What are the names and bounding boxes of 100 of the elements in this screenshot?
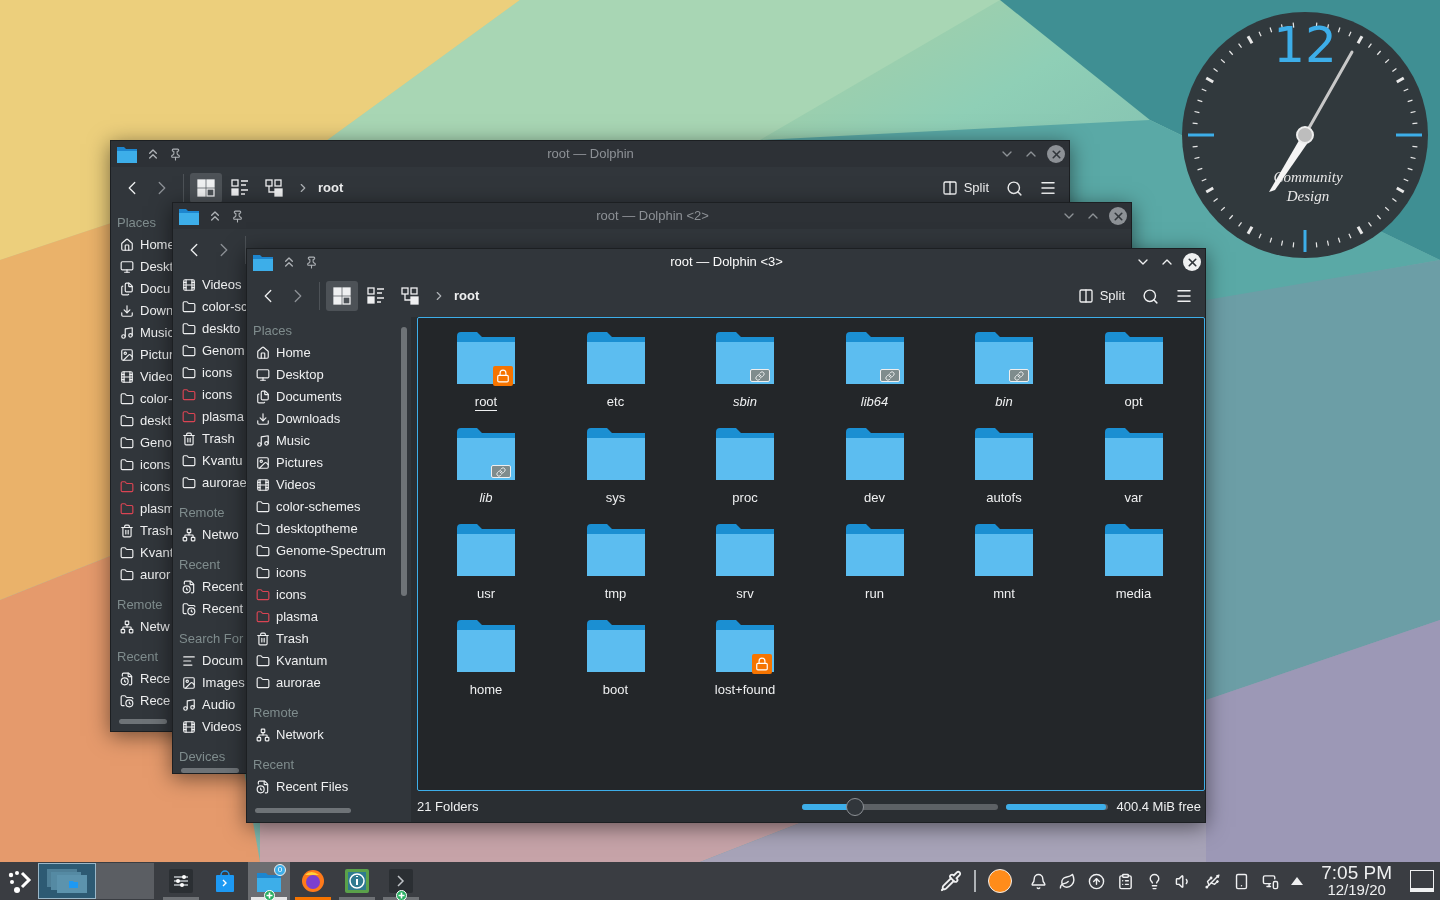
place-item[interactable]: deskt — [120, 410, 172, 432]
place-item[interactable]: Pictures — [256, 452, 323, 474]
place-item[interactable]: icons — [120, 476, 171, 498]
folder-item[interactable]: etc — [550, 318, 681, 414]
folder-item[interactable]: sys — [550, 414, 681, 510]
pin-icon[interactable] — [305, 255, 318, 269]
place-item[interactable]: color-sc — [182, 296, 248, 318]
place-item[interactable]: Recent — [182, 576, 244, 598]
split-button[interactable]: Split — [937, 173, 993, 203]
place-item[interactable]: Videos — [182, 716, 242, 738]
view-mode-button[interactable] — [190, 173, 222, 203]
place-item[interactable]: Trash — [182, 428, 235, 450]
place-item[interactable]: Down — [120, 300, 174, 322]
place-item[interactable]: color-schemes — [256, 496, 361, 518]
scrollbar[interactable] — [401, 327, 407, 596]
folder-item[interactable]: home — [421, 606, 551, 702]
split-button[interactable]: Split — [1073, 281, 1129, 311]
place-item[interactable]: Audio — [182, 694, 236, 716]
folder-item[interactable]: bin — [939, 318, 1069, 414]
place-item[interactable]: Recent — [182, 598, 244, 620]
folder-item[interactable]: sbin — [680, 318, 810, 414]
pin-icon[interactable] — [231, 209, 244, 223]
folder-item[interactable]: lib — [421, 414, 551, 510]
place-item[interactable]: Images — [182, 672, 245, 694]
place-item[interactable]: icons — [256, 584, 307, 606]
place-item[interactable]: aurorae — [182, 472, 247, 494]
place-item[interactable]: plasma — [182, 406, 244, 428]
slider-handle[interactable] — [846, 797, 865, 816]
place-item[interactable]: Pictur — [120, 344, 174, 366]
place-item[interactable]: Desktop — [256, 364, 324, 386]
horizontal-scrollbar[interactable] — [181, 768, 239, 773]
place-item[interactable]: Genom — [182, 340, 245, 362]
folder-item[interactable]: media — [1068, 510, 1199, 606]
place-item[interactable]: Kvantum — [256, 650, 328, 672]
place-item[interactable]: aurorae — [256, 672, 321, 694]
place-item[interactable]: Videos — [182, 274, 242, 296]
breadcrumb-item[interactable]: root — [454, 286, 480, 306]
zoom-slider[interactable] — [802, 796, 999, 817]
place-item[interactable]: Downloads — [256, 408, 341, 430]
folder-item[interactable]: boot — [550, 606, 681, 702]
folder-item[interactable]: dev — [809, 414, 940, 510]
place-item[interactable]: deskto — [182, 318, 241, 340]
folder-item[interactable]: mnt — [939, 510, 1069, 606]
place-item[interactable]: Home — [256, 342, 311, 364]
folder-item[interactable]: opt — [1068, 318, 1199, 414]
place-item[interactable]: Netwo — [182, 524, 239, 546]
place-item[interactable]: Trash — [120, 520, 173, 542]
folder-item[interactable]: lib64 — [809, 318, 940, 414]
place-item[interactable]: icons — [256, 562, 307, 584]
folder-item[interactable]: var — [1068, 414, 1199, 510]
place-item[interactable]: Docum — [182, 650, 244, 672]
usb-icon[interactable] — [1204, 872, 1222, 890]
place-item[interactable]: Videos — [256, 474, 316, 496]
place-item[interactable]: Rece — [120, 690, 171, 712]
color-swatch[interactable] — [988, 869, 1013, 893]
desktop-thumbnail[interactable] — [96, 863, 154, 899]
place-item[interactable]: Deskt — [120, 256, 174, 278]
bell-icon[interactable] — [1030, 872, 1048, 890]
folder-item[interactable]: usr — [421, 510, 551, 606]
place-item[interactable]: auror — [120, 564, 171, 586]
place-item[interactable]: Docu — [120, 278, 171, 300]
color-picker-icon[interactable] — [940, 870, 963, 892]
desktop-thumbnail[interactable] — [38, 863, 96, 899]
view-mode-button[interactable] — [326, 281, 358, 311]
place-item[interactable]: Music — [256, 430, 310, 452]
place-item[interactable]: Genome-Spectrum — [256, 540, 386, 562]
place-item[interactable]: Rece — [120, 668, 171, 690]
place-item[interactable]: Netw — [120, 616, 170, 638]
folder-item[interactable]: autofs — [939, 414, 1069, 510]
place-item[interactable]: Video — [120, 366, 173, 388]
horizontal-scrollbar[interactable] — [255, 807, 351, 813]
show-desktop-button[interactable] — [1410, 870, 1434, 892]
place-item[interactable]: Kvant — [120, 542, 174, 564]
place-item[interactable]: Documents — [256, 386, 342, 408]
clipboard-icon[interactable] — [1117, 872, 1135, 890]
folder-item[interactable]: run — [809, 510, 940, 606]
leaf-icon[interactable] — [1059, 872, 1077, 890]
close-button[interactable] — [1183, 253, 1201, 271]
folder-item[interactable]: tmp — [550, 510, 681, 606]
place-item[interactable]: icons — [182, 384, 233, 406]
horizontal-scrollbar[interactable] — [119, 719, 167, 724]
network-icon[interactable] — [1262, 872, 1280, 890]
folder-item[interactable]: root — [421, 318, 551, 414]
place-item[interactable]: icons — [120, 454, 171, 476]
folder-item[interactable]: srv — [680, 510, 810, 606]
place-item[interactable]: icons — [182, 362, 233, 384]
place-item[interactable]: desktoptheme — [256, 518, 358, 540]
place-item[interactable]: Trash — [256, 628, 309, 650]
place-item[interactable]: Recent Files — [256, 776, 349, 798]
expand-tray-icon[interactable] — [1291, 877, 1304, 885]
place-item[interactable]: color- — [120, 388, 173, 410]
digital-clock[interactable]: 7:05 PM 12/19/20 — [1321, 864, 1392, 898]
pin-icon[interactable] — [169, 147, 182, 161]
folder-item[interactable]: lost+found — [680, 606, 810, 702]
place-item[interactable]: Music — [120, 322, 174, 344]
place-item[interactable]: Network — [256, 724, 324, 746]
place-item[interactable]: Geno — [120, 432, 172, 454]
breadcrumb-item[interactable]: root — [318, 178, 344, 198]
folder-item[interactable]: proc — [680, 414, 810, 510]
place-item[interactable]: plasma — [256, 606, 318, 628]
